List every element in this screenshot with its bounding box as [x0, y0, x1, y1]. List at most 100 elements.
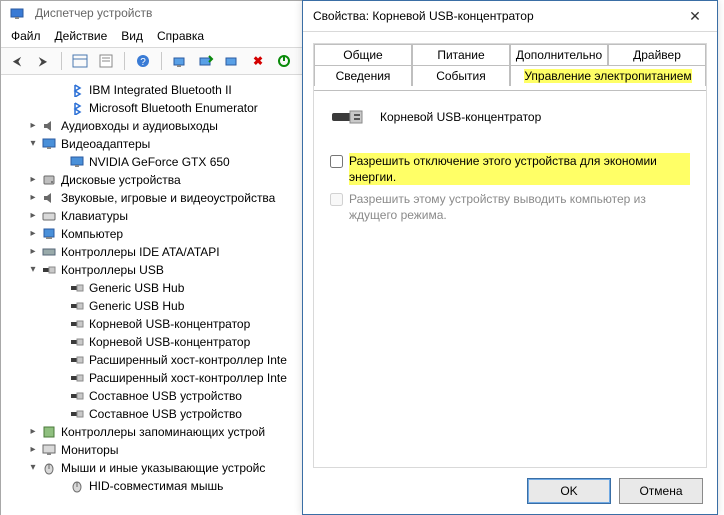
- tree-item-label: Клавиатуры: [61, 207, 134, 225]
- option-allow-turn-off[interactable]: Разрешить отключение этого устройства дл…: [330, 153, 690, 185]
- device-name-label: Корневой USB-концентратор: [380, 110, 541, 124]
- tree-item-label: Контроллеры запоминающих устрой: [61, 423, 271, 441]
- back-icon[interactable]: ⮜: [7, 51, 27, 71]
- tree-item-label: Аудиовходы и аудиовыходы: [61, 117, 224, 135]
- cancel-button[interactable]: Отмена: [619, 478, 703, 504]
- properties-icon[interactable]: [96, 51, 116, 71]
- tree-item-label: Корневой USB-концентратор: [89, 315, 256, 333]
- dm-title-text: Диспетчер устройств: [35, 6, 152, 20]
- usb-icon: [69, 370, 85, 386]
- expand-toggle-icon[interactable]: ▸: [27, 171, 39, 189]
- tree-item-label: Составное USB устройство: [89, 405, 248, 423]
- expand-toggle-icon[interactable]: ▾: [27, 261, 39, 279]
- svg-text:?: ?: [140, 57, 146, 68]
- checkbox-allow-turn-off[interactable]: [330, 155, 343, 168]
- tree-item-label: Составное USB устройство: [89, 387, 248, 405]
- tree-item-label: Звуковые, игровые и видеоустройства: [61, 189, 281, 207]
- tree-item-label: Контроллеры IDE ATA/ATAPI: [61, 243, 226, 261]
- expand-toggle-icon[interactable]: ▸: [27, 225, 39, 243]
- tab-power-management[interactable]: Управление электропитанием: [510, 65, 706, 86]
- close-icon[interactable]: ✕: [673, 1, 717, 31]
- expand-toggle-icon[interactable]: ▸: [27, 243, 39, 261]
- tree-item-label: Дисковые устройства: [61, 171, 187, 189]
- bt-icon: [69, 82, 85, 98]
- option-allow-wake-label: Разрешить этому устройству выводить комп…: [349, 191, 690, 223]
- device-header: Корневой USB-концентратор: [330, 105, 690, 129]
- display-icon: [41, 136, 57, 152]
- pc-icon: [41, 226, 57, 242]
- usb-icon: [69, 316, 85, 332]
- tree-item-label: Generic USB Hub: [89, 297, 190, 315]
- tree-item-label: Расширенный хост-контроллер Inte: [89, 369, 293, 387]
- uninstall-icon[interactable]: [222, 51, 242, 71]
- menu-file[interactable]: Файл: [11, 29, 41, 43]
- tree-item-label: Контроллеры USB: [61, 261, 170, 279]
- tree-item-label: HID-совместимая мышь: [89, 477, 229, 495]
- audio-icon: [41, 190, 57, 206]
- disk-icon: [41, 172, 57, 188]
- tree-item-label: IBM Integrated Bluetooth II: [89, 81, 238, 99]
- usb-connector-icon: [332, 105, 364, 129]
- tab-power[interactable]: Питание: [412, 44, 510, 65]
- show-hidden-icon[interactable]: [70, 51, 90, 71]
- dialog-title-text: Свойства: Корневой USB-концентратор: [313, 9, 673, 23]
- expand-toggle-icon[interactable]: ▸: [27, 117, 39, 135]
- tab-power-management-label: Управление электропитанием: [524, 69, 691, 83]
- properties-dialog: Свойства: Корневой USB-концентратор ✕ Об…: [302, 0, 718, 515]
- tree-item-label: Компьютер: [61, 225, 129, 243]
- tree-item-label: Generic USB Hub: [89, 279, 190, 297]
- tab-events[interactable]: События: [412, 65, 510, 86]
- mouse-icon: [41, 460, 57, 476]
- menu-view[interactable]: Вид: [121, 29, 143, 43]
- expand-toggle-icon[interactable]: ▸: [27, 189, 39, 207]
- help-icon[interactable]: ?: [133, 51, 153, 71]
- scan-icon[interactable]: [170, 51, 190, 71]
- update-driver-icon[interactable]: [196, 51, 216, 71]
- usb-icon: [41, 262, 57, 278]
- usb-icon: [69, 298, 85, 314]
- tree-item-label: Microsoft Bluetooth Enumerator: [89, 99, 264, 117]
- monitor-icon: [41, 442, 57, 458]
- ok-button[interactable]: OK: [527, 478, 611, 504]
- tab-driver[interactable]: Драйвер: [608, 44, 706, 65]
- tree-item-label: Видеоадаптеры: [61, 135, 156, 153]
- tab-details[interactable]: Сведения: [314, 65, 412, 86]
- usb-icon: [69, 388, 85, 404]
- tree-item-label: NVIDIA GeForce GTX 650: [89, 153, 236, 171]
- disable-icon[interactable]: ✖: [248, 51, 268, 71]
- audio-icon: [41, 118, 57, 134]
- tree-item-label: Мониторы: [61, 441, 124, 459]
- tree-item-label: Расширенный хост-контроллер Inte: [89, 351, 293, 369]
- tab-general[interactable]: Общие: [314, 44, 412, 65]
- toolbar-separator: [161, 52, 162, 70]
- tree-item-label: Корневой USB-концентратор: [89, 333, 256, 351]
- ide-icon: [41, 244, 57, 260]
- expand-toggle-icon[interactable]: ▾: [27, 459, 39, 477]
- checkbox-allow-wake: [330, 193, 343, 206]
- tab-advanced[interactable]: Дополнительно: [510, 44, 608, 65]
- tree-item-label: Мыши и иные указывающие устройс: [61, 459, 271, 477]
- expand-toggle-icon[interactable]: ▸: [27, 441, 39, 459]
- kb-icon: [41, 208, 57, 224]
- mouse-icon: [69, 478, 85, 494]
- menu-action[interactable]: Действие: [55, 29, 108, 43]
- usb-icon: [69, 406, 85, 422]
- menu-help[interactable]: Справка: [157, 29, 204, 43]
- dm-app-icon: [9, 5, 25, 21]
- expand-toggle-icon[interactable]: ▸: [27, 207, 39, 225]
- display-icon: [69, 154, 85, 170]
- option-allow-wake: Разрешить этому устройству выводить комп…: [330, 191, 690, 223]
- forward-icon[interactable]: ⮞: [33, 51, 53, 71]
- bt-icon: [69, 100, 85, 116]
- dialog-body: Общие Питание Дополнительно Драйвер Свед…: [313, 43, 707, 468]
- tab-strip: Общие Питание Дополнительно Драйвер Свед…: [314, 44, 706, 86]
- expand-toggle-icon[interactable]: ▾: [27, 135, 39, 153]
- storage-icon: [41, 424, 57, 440]
- dialog-titlebar[interactable]: Свойства: Корневой USB-концентратор ✕: [303, 1, 717, 32]
- usb-icon: [69, 352, 85, 368]
- enable-icon[interactable]: [274, 51, 294, 71]
- toolbar-separator: [61, 52, 62, 70]
- usb-icon: [69, 280, 85, 296]
- expand-toggle-icon[interactable]: ▸: [27, 423, 39, 441]
- usb-icon: [69, 334, 85, 350]
